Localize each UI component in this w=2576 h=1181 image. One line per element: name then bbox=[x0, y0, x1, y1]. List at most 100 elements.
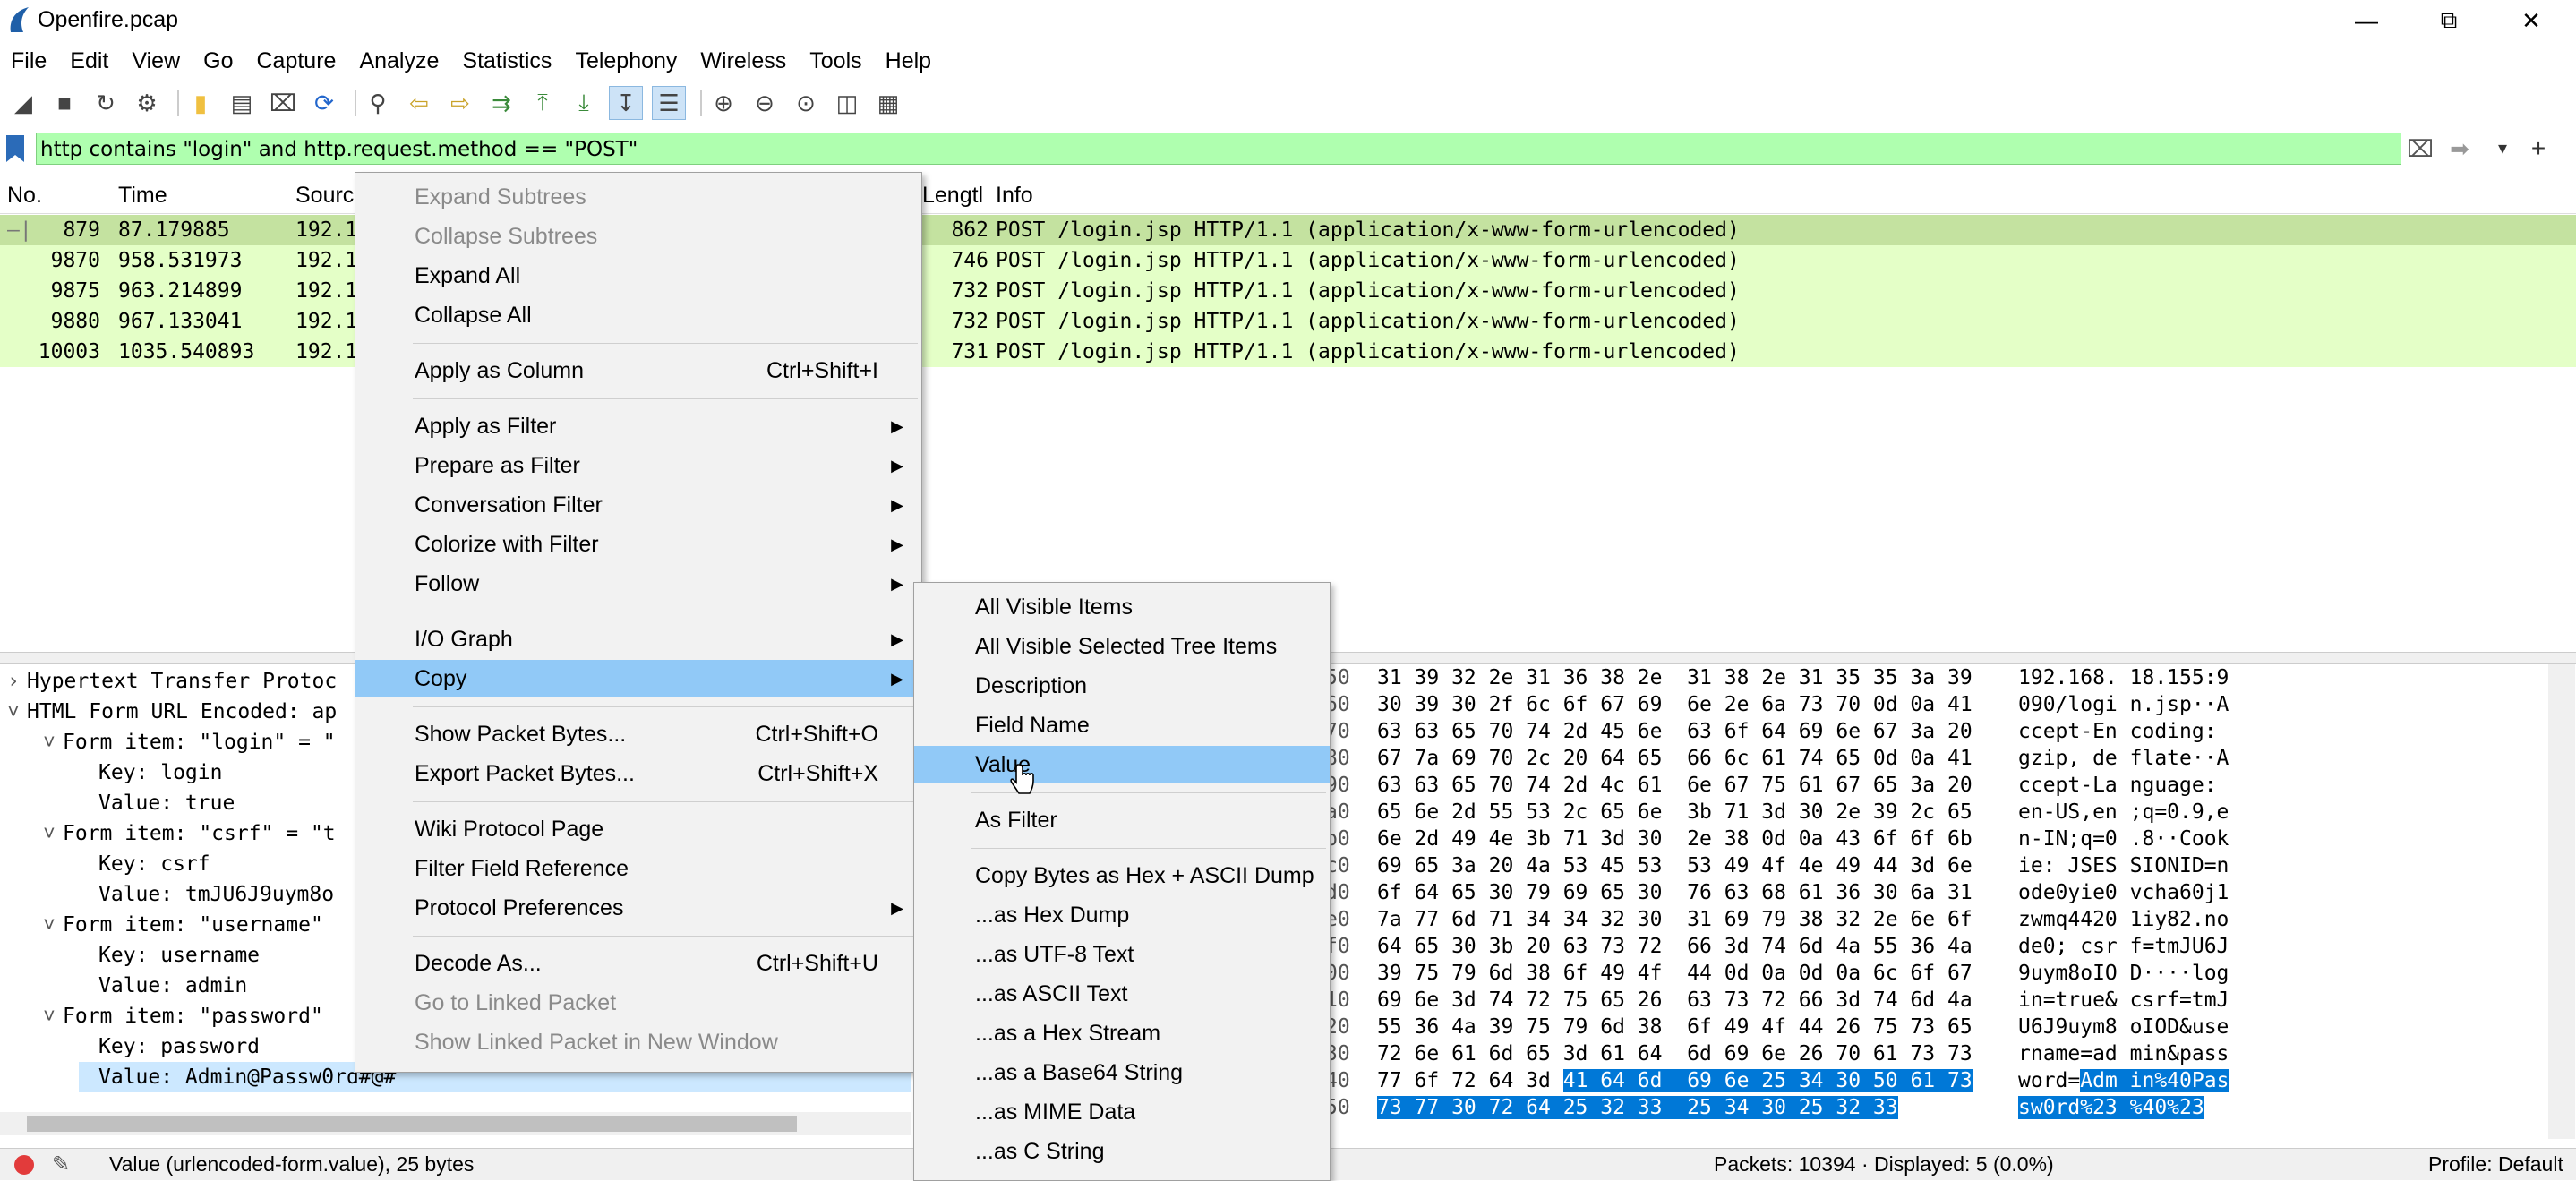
menu-item-all-visible-items[interactable]: All Visible Items bbox=[914, 588, 1330, 626]
menu-item-copy-bytes-as-hex-ascii-dump[interactable]: Copy Bytes as Hex + ASCII Dump bbox=[914, 857, 1330, 894]
menu-item-wiki-protocol-page[interactable]: Wiki Protocol Page bbox=[355, 810, 921, 848]
tree-item[interactable]: Key: password bbox=[79, 1031, 260, 1062]
close-file-icon[interactable]: ⌧ bbox=[267, 87, 299, 119]
stop-capture-icon[interactable]: ■ bbox=[48, 87, 81, 119]
resize-columns-icon[interactable]: ◫ bbox=[831, 87, 863, 119]
menu-item-as-filter[interactable]: As Filter bbox=[914, 801, 1330, 839]
collapse-arrow-icon[interactable]: ˅ bbox=[7, 697, 27, 727]
menu-statistics[interactable]: Statistics bbox=[450, 43, 563, 79]
menu-tools[interactable]: Tools bbox=[798, 43, 873, 79]
menu-item-as-utf-8-text[interactable]: ...as UTF-8 Text bbox=[914, 936, 1330, 973]
tree-item[interactable]: ˅ Form item: "password" bbox=[43, 1001, 323, 1031]
menu-item-copy[interactable]: Copy ▶ bbox=[355, 660, 921, 697]
menu-item-description[interactable]: Description bbox=[914, 667, 1330, 705]
go-back-icon[interactable]: ⇦ bbox=[403, 87, 435, 119]
menu-go[interactable]: Go bbox=[192, 43, 244, 79]
apply-filter-icon[interactable]: ➡ bbox=[2435, 134, 2484, 163]
open-file-icon[interactable]: ▮ bbox=[184, 87, 217, 119]
zoom-in-icon[interactable]: ⊕ bbox=[707, 87, 740, 119]
bookmark-icon[interactable] bbox=[4, 134, 27, 163]
menu-item-apply-as-filter[interactable]: Apply as Filter ▶ bbox=[355, 407, 921, 445]
tree-item[interactable]: ˅ Form item: "login" = " bbox=[43, 727, 336, 757]
colorize-icon[interactable]: ☰ bbox=[652, 86, 686, 120]
menu-item-prepare-as-filter[interactable]: Prepare as Filter ▶ bbox=[355, 447, 921, 484]
minimize-button[interactable]: — bbox=[2325, 0, 2408, 41]
menu-item-as-a-hex-stream[interactable]: ...as a Hex Stream bbox=[914, 1014, 1330, 1052]
menu-help[interactable]: Help bbox=[874, 43, 943, 79]
zoom-out-icon[interactable]: ⊖ bbox=[749, 87, 781, 119]
collapse-arrow-icon[interactable]: ˅ bbox=[43, 818, 63, 849]
menu-item-protocol-preferences[interactable]: Protocol Preferences ▶ bbox=[355, 889, 921, 927]
menu-item-colorize-with-filter[interactable]: Colorize with Filter ▶ bbox=[355, 526, 921, 563]
collapse-arrow-icon[interactable]: ˅ bbox=[43, 1001, 63, 1031]
start-capture-icon[interactable]: ◢ bbox=[7, 87, 39, 119]
first-packet-icon[interactable]: ⤒ bbox=[526, 87, 559, 119]
display-filter-input[interactable]: http contains "login" and http.request.m… bbox=[36, 133, 2401, 165]
menu-item-as-mime-data[interactable]: ...as MIME Data bbox=[914, 1093, 1330, 1131]
save-file-icon[interactable]: ▤ bbox=[226, 87, 258, 119]
restore-button[interactable]: ⧉ bbox=[2408, 0, 2490, 41]
tree-item[interactable]: Value: admin bbox=[79, 971, 247, 1001]
capture-options-icon[interactable]: ⚙ bbox=[131, 87, 163, 119]
menu-wireless[interactable]: Wireless bbox=[689, 43, 798, 79]
scrollbar-thumb[interactable] bbox=[27, 1116, 797, 1132]
menu-telephony[interactable]: Telephony bbox=[563, 43, 689, 79]
tree-item[interactable]: Value: true bbox=[79, 788, 235, 818]
menu-item-apply-as-column[interactable]: Apply as Column Ctrl+Shift+I bbox=[355, 352, 921, 389]
menu-item-filter-field-reference[interactable]: Filter Field Reference bbox=[355, 850, 921, 887]
edit-comment-icon[interactable]: ✎ bbox=[52, 1149, 70, 1180]
menu-item-as-a-base64-string[interactable]: ...as a Base64 String bbox=[914, 1054, 1330, 1091]
col-header-no[interactable]: No. bbox=[7, 177, 42, 213]
reload-file-icon[interactable]: ⟳ bbox=[308, 87, 340, 119]
menu-edit[interactable]: Edit bbox=[58, 43, 120, 79]
autoscroll-icon[interactable]: ↧ bbox=[609, 86, 643, 120]
add-filter-button-icon[interactable]: + bbox=[2525, 134, 2552, 163]
menu-item-conversation-filter[interactable]: Conversation Filter ▶ bbox=[355, 486, 921, 524]
col-header-length[interactable]: Lengtl bbox=[922, 177, 983, 213]
col-header-time[interactable]: Time bbox=[118, 177, 167, 213]
collapse-arrow-icon[interactable]: ˅ bbox=[43, 910, 63, 940]
menu-item-field-name[interactable]: Field Name bbox=[914, 706, 1330, 744]
zoom-reset-icon[interactable]: ⊙ bbox=[790, 87, 822, 119]
menu-item-expand-all[interactable]: Expand All bbox=[355, 257, 921, 295]
tree-item[interactable]: Value: tmJU6J9uym8o bbox=[79, 879, 334, 910]
bytes-vertical-scrollbar[interactable] bbox=[2548, 664, 2575, 1139]
details-horizontal-scrollbar[interactable] bbox=[0, 1112, 911, 1135]
clear-filter-icon[interactable]: ⌧ bbox=[2407, 134, 2434, 163]
tree-item[interactable]: Key: login bbox=[79, 757, 222, 788]
menu-file[interactable]: File bbox=[0, 43, 58, 79]
collapse-arrow-icon[interactable]: ˅ bbox=[43, 727, 63, 757]
menu-analyze[interactable]: Analyze bbox=[347, 43, 450, 79]
filter-history-dropdown-icon[interactable]: ▾ bbox=[2489, 134, 2516, 163]
tree-item[interactable]: ˅ Form item: "username" bbox=[43, 910, 323, 940]
menu-item-as-c-string[interactable]: ...as C String bbox=[914, 1133, 1330, 1170]
col-header-info[interactable]: Info bbox=[996, 177, 1033, 213]
menu-item-i-o-graph[interactable]: I/O Graph ▶ bbox=[355, 620, 921, 658]
menu-item-as-hex-dump[interactable]: ...as Hex Dump bbox=[914, 896, 1330, 934]
menu-item-collapse-all[interactable]: Collapse All bbox=[355, 296, 921, 334]
col-header-source[interactable]: Sourc bbox=[295, 177, 354, 213]
go-to-packet-icon[interactable]: ⇉ bbox=[485, 87, 518, 119]
layout-icon[interactable]: ▦ bbox=[872, 87, 904, 119]
tree-item[interactable]: › Hypertext Transfer Protoc bbox=[7, 666, 337, 697]
restart-capture-icon[interactable]: ↻ bbox=[90, 87, 122, 119]
menu-item-export-packet-bytes[interactable]: Export Packet Bytes... Ctrl+Shift+X bbox=[355, 755, 921, 792]
tree-item[interactable]: ˅ Form item: "csrf" = "t bbox=[43, 818, 336, 849]
tree-item[interactable]: Key: username bbox=[79, 940, 260, 971]
tree-item[interactable]: ˅ HTML Form URL Encoded: ap bbox=[7, 697, 337, 727]
go-forward-icon[interactable]: ⇨ bbox=[444, 87, 476, 119]
menu-item-follow[interactable]: Follow ▶ bbox=[355, 565, 921, 603]
expand-arrow-icon[interactable]: › bbox=[7, 666, 27, 697]
find-packet-icon[interactable]: ⚲ bbox=[362, 87, 394, 119]
expert-info-icon[interactable] bbox=[14, 1155, 34, 1175]
menu-item-value[interactable]: Value bbox=[914, 746, 1330, 783]
tree-item[interactable]: Key: csrf bbox=[79, 849, 210, 879]
menu-view[interactable]: View bbox=[120, 43, 192, 79]
menu-item-show-packet-bytes[interactable]: Show Packet Bytes... Ctrl+Shift+O bbox=[355, 715, 921, 753]
close-button[interactable]: ✕ bbox=[2490, 0, 2572, 41]
menu-item-as-ascii-text[interactable]: ...as ASCII Text bbox=[914, 975, 1330, 1013]
menu-capture[interactable]: Capture bbox=[245, 43, 348, 79]
menu-item-decode-as[interactable]: Decode As... Ctrl+Shift+U bbox=[355, 945, 921, 982]
status-profile[interactable]: Profile: Default bbox=[2428, 1149, 2563, 1180]
last-packet-icon[interactable]: ⤓ bbox=[568, 87, 600, 119]
